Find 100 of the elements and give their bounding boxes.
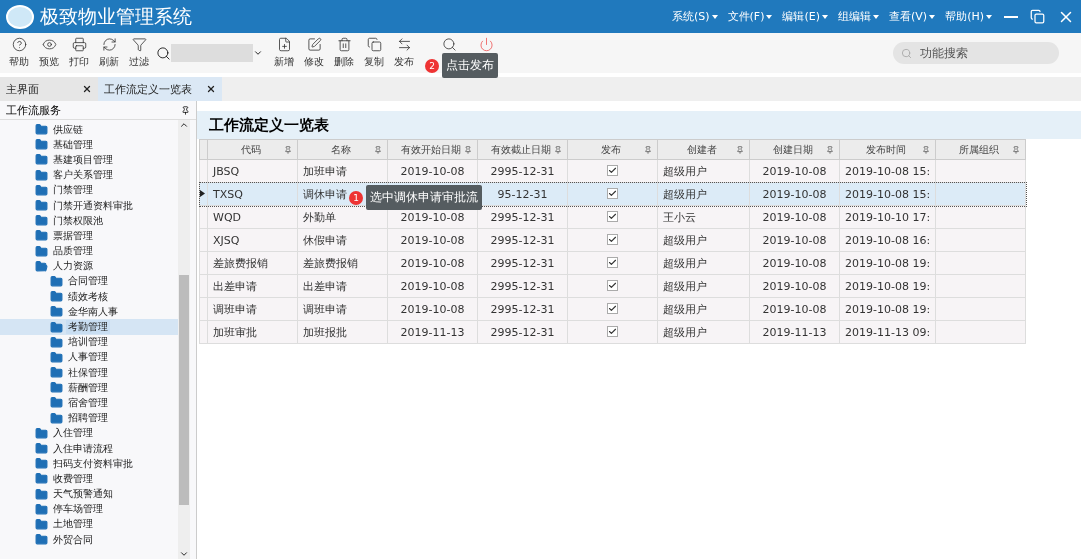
- pin-icon[interactable]: [644, 145, 652, 154]
- tree-item[interactable]: 绩效考核: [0, 289, 178, 305]
- tree-item[interactable]: 社保管理: [0, 365, 178, 381]
- menu-item[interactable]: 查看(V): [889, 9, 936, 24]
- combo-field[interactable]: [171, 44, 253, 62]
- tree-item[interactable]: 门禁管理: [0, 182, 178, 198]
- table-cell: 2995-12-31: [477, 297, 568, 321]
- tree-item[interactable]: 入住管理: [0, 425, 178, 441]
- table-cell: 2019-10-08 19:: [839, 297, 936, 321]
- tree-item[interactable]: 门禁开通资料审批: [0, 197, 178, 214]
- tree-item[interactable]: 考勤管理: [0, 319, 178, 335]
- tooltip: 点击发布: [442, 53, 498, 78]
- pin-icon[interactable]: [181, 105, 190, 115]
- toolbar-button[interactable]: 打印: [64, 37, 94, 69]
- window-title: 极致物业管理系统: [40, 3, 193, 29]
- pin-icon[interactable]: [464, 145, 472, 154]
- table-row[interactable]: JBSQ 加班申请 2019-10-08 2995-12-31 超级用户 2019-10-08 2019-10-08 15:: [199, 159, 1026, 183]
- tab[interactable]: 主界面: [0, 77, 98, 101]
- table-row[interactable]: XJSQ 休假申请 2019-10-08 2995-12-31 超级用户 2019-10-08 2019-10-08 16:: [199, 228, 1026, 252]
- table-row[interactable]: 加班审批 加班报批 2019-11-13 2995-12-31 超级用户 2019-11-13 2019-11-13 09:: [199, 320, 1026, 344]
- pin-icon[interactable]: [736, 145, 744, 154]
- column-header[interactable]: 有效开始日期: [387, 139, 478, 160]
- table-row[interactable]: 差旅费报销 差旅费报销 2019-10-08 2995-12-31 超级用户 2019-10-08 2019-10-08 19:: [199, 251, 1026, 275]
- checkbox[interactable]: [607, 187, 618, 199]
- toolbar-button[interactable]: 新增: [269, 37, 299, 69]
- checkbox[interactable]: [607, 279, 618, 291]
- menu-item[interactable]: 文件(F): [727, 9, 773, 24]
- pin-icon[interactable]: [284, 145, 292, 154]
- pin-icon[interactable]: [374, 145, 382, 154]
- search-field[interactable]: 功能搜索: [893, 42, 1059, 64]
- checkbox[interactable]: [607, 325, 618, 337]
- toolbar-button[interactable]: 刷新: [94, 37, 124, 69]
- checkbox[interactable]: [607, 256, 618, 268]
- table-row[interactable]: 调班申请 调班申请 2019-10-08 2995-12-31 超级用户 2019-10-08 2019-10-08 19:: [199, 297, 1026, 321]
- table-cell: 2019-11-13: [749, 320, 840, 344]
- toolbar-button[interactable]: 过滤: [124, 37, 154, 69]
- pin-icon[interactable]: [554, 145, 562, 154]
- column-header[interactable]: 所属组织: [935, 139, 1026, 160]
- tree-item[interactable]: 人力资源: [0, 258, 178, 274]
- tree-item[interactable]: 外贸合同: [0, 532, 178, 548]
- tree-item[interactable]: 宿舍管理: [0, 395, 178, 411]
- tree-item[interactable]: 门禁权限池: [0, 213, 178, 229]
- column-header[interactable]: 代码: [207, 139, 298, 160]
- menu-item[interactable]: 系统(S): [672, 9, 718, 24]
- column-header[interactable]: 名称: [297, 139, 388, 160]
- table-cell: 2019-10-08 16:: [839, 228, 936, 252]
- dropdown-icon[interactable]: [253, 48, 263, 58]
- tree-item[interactable]: 合同管理: [0, 273, 178, 290]
- scrollbar[interactable]: [178, 120, 190, 559]
- column-header[interactable]: 发布: [567, 139, 658, 160]
- tree-item[interactable]: 收费管理: [0, 471, 178, 487]
- column-header[interactable]: 发布时间: [839, 139, 936, 160]
- tree-item[interactable]: 天气预警通知: [0, 486, 178, 502]
- tree-item[interactable]: 停车场管理: [0, 501, 178, 517]
- search-icon: [901, 47, 912, 59]
- menu-item[interactable]: 编辑(E): [782, 9, 829, 24]
- toolbar-button[interactable]: 帮助: [4, 37, 34, 69]
- tab[interactable]: 工作流定义一览表: [98, 77, 222, 101]
- toolbar-button[interactable]: 修改: [299, 37, 329, 69]
- restore-button[interactable]: [1030, 9, 1045, 24]
- tree-item[interactable]: 金华南人事: [0, 304, 178, 320]
- tree-item[interactable]: 基础管理: [0, 137, 178, 153]
- checkbox[interactable]: [607, 302, 618, 314]
- toolbar-button[interactable]: 预览: [34, 37, 64, 69]
- toolbar-button[interactable]: 复制: [359, 37, 389, 69]
- table-row[interactable]: 出差申请 出差申请 2019-10-08 2995-12-31 超级用户 2019-10-08 2019-10-08 19:: [199, 274, 1026, 298]
- checkbox[interactable]: [607, 233, 618, 245]
- scroll-down-icon[interactable]: [179, 549, 189, 559]
- tree-item[interactable]: 土地管理: [0, 516, 178, 533]
- tree-item[interactable]: 供应链: [0, 122, 178, 138]
- tree-item[interactable]: 品质管理: [0, 243, 178, 259]
- tree-item[interactable]: 培训管理: [0, 334, 178, 350]
- tree-item[interactable]: 客户关系管理: [0, 167, 178, 183]
- close-icon[interactable]: [206, 84, 216, 94]
- menu-item[interactable]: 帮助(H): [945, 9, 992, 24]
- checkbox[interactable]: [607, 210, 618, 222]
- toolbar-button[interactable]: 发布: [389, 37, 419, 69]
- minimize-button[interactable]: [1004, 15, 1018, 18]
- tree-item[interactable]: 人事管理: [0, 349, 178, 365]
- column-header[interactable]: 创建日期: [749, 139, 840, 160]
- tree-item[interactable]: 基建项目管理: [0, 152, 178, 168]
- column-header[interactable]: 有效截止日期: [477, 139, 568, 160]
- tree-item[interactable]: 票据管理: [0, 228, 178, 244]
- table-cell: 2995-12-31: [477, 274, 568, 298]
- tree-item[interactable]: 入住申请流程: [0, 440, 178, 457]
- checkbox[interactable]: [607, 164, 618, 176]
- arrows-icon: [396, 37, 412, 52]
- folder-icon: [50, 305, 63, 319]
- table-cell: 2995-12-31: [477, 251, 568, 275]
- tree-item[interactable]: 招聘管理: [0, 410, 178, 426]
- toolbar-button[interactable]: 删除: [329, 37, 359, 69]
- scroll-up-icon[interactable]: [179, 120, 189, 130]
- column-header[interactable]: 创建者: [657, 139, 750, 160]
- close-icon[interactable]: [82, 84, 92, 94]
- table-cell: 出差申请: [207, 274, 298, 298]
- tree-item[interactable]: 薪酬管理: [0, 380, 178, 396]
- caret-icon: [929, 14, 936, 20]
- menu-item[interactable]: 组编辑: [838, 9, 880, 24]
- pin-icon[interactable]: [826, 145, 834, 154]
- tree-item[interactable]: 扫码支付资料审批: [0, 456, 178, 472]
